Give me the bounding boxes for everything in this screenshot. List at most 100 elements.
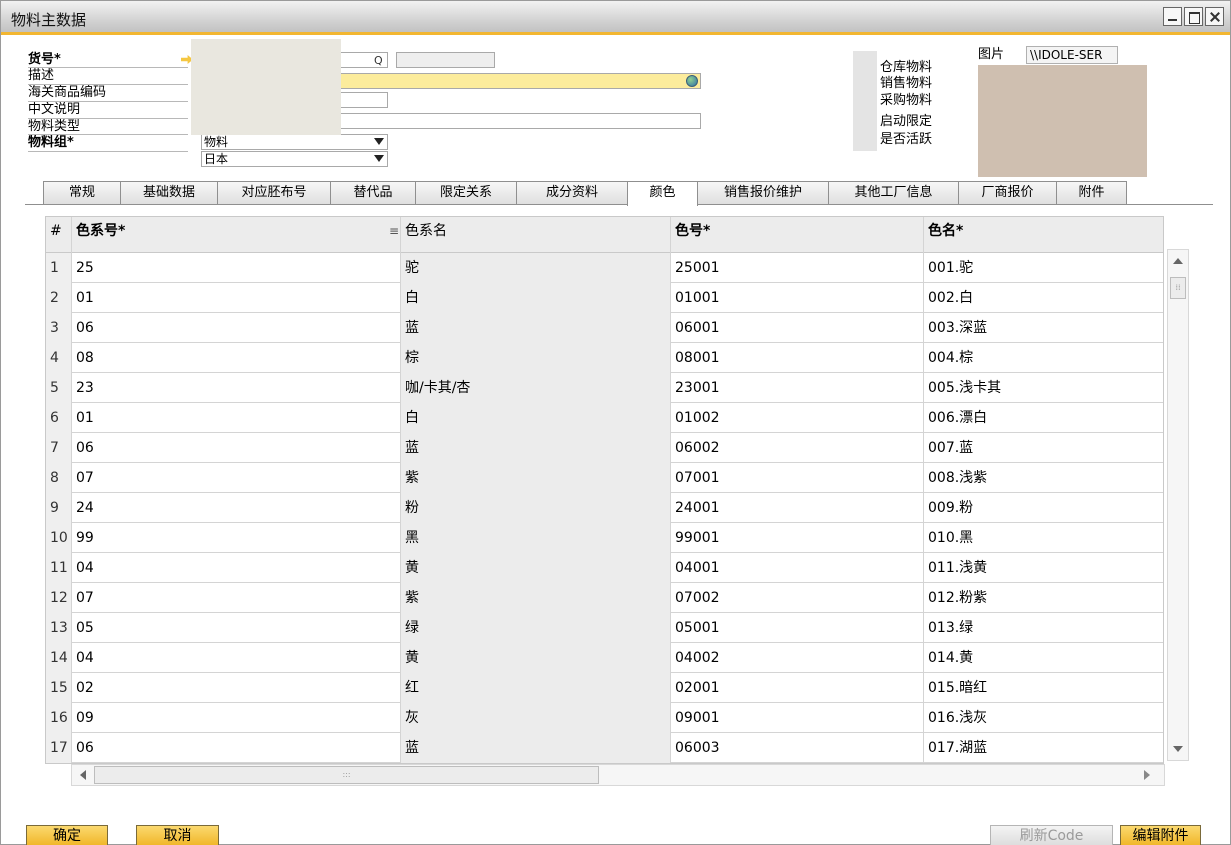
tab-other-factory[interactable]: 其他工厂信息	[828, 181, 959, 205]
tab-vendor-quote[interactable]: 厂商报价	[958, 181, 1057, 205]
cell-color-code[interactable]: 05001	[671, 613, 924, 643]
table-row[interactable]: 1 25 驼 25001 001.驼	[46, 253, 1163, 283]
horizontal-scrollbar[interactable]: :::	[71, 764, 1165, 786]
table-row[interactable]: 10 99 黑 99001 010.黑	[46, 523, 1163, 553]
cell-color-name[interactable]: 016.浅灰	[924, 703, 1163, 733]
table-row[interactable]: 16 09 灰 09001 016.浅灰	[46, 703, 1163, 733]
cell-color-name[interactable]: 003.深蓝	[924, 313, 1163, 343]
flag-checkbox-column[interactable]	[853, 51, 877, 151]
cell-color-family-code[interactable]: 06	[72, 733, 401, 763]
column-header-index[interactable]: #	[46, 217, 72, 253]
table-row[interactable]: 12 07 紫 07002 012.粉紫	[46, 583, 1163, 613]
cell-color-code[interactable]: 06002	[671, 433, 924, 463]
globe-icon[interactable]	[686, 75, 698, 87]
scroll-left-icon[interactable]	[80, 770, 86, 780]
table-row[interactable]: 13 05 绿 05001 013.绿	[46, 613, 1163, 643]
table-row[interactable]: 4 08 棕 08001 004.棕	[46, 343, 1163, 373]
cell-color-code[interactable]: 06003	[671, 733, 924, 763]
cell-color-name[interactable]: 004.棕	[924, 343, 1163, 373]
cell-color-code[interactable]: 25001	[671, 253, 924, 283]
tab-restrictions[interactable]: 限定关系	[415, 181, 517, 205]
cell-color-family-code[interactable]: 08	[72, 343, 401, 373]
ok-button[interactable]: 确定	[26, 825, 108, 845]
tab-colors[interactable]: 颜色	[627, 181, 698, 206]
tab-alternatives[interactable]: 替代品	[330, 181, 416, 205]
cell-color-family-name[interactable]: 绿	[401, 613, 671, 643]
edit-attachment-button[interactable]: 编辑附件	[1120, 825, 1201, 845]
cell-color-name[interactable]: 010.黑	[924, 523, 1163, 553]
cell-color-family-name[interactable]: 黑	[401, 523, 671, 553]
column-header-color-family-code[interactable]: 色系号*	[72, 217, 401, 253]
cell-color-family-name[interactable]: 紫	[401, 583, 671, 613]
cell-color-family-name[interactable]: 白	[401, 403, 671, 433]
column-header-color-code[interactable]: 色号*	[671, 217, 924, 253]
cell-color-family-name[interactable]: 紫	[401, 463, 671, 493]
cell-color-code[interactable]: 24001	[671, 493, 924, 523]
cell-color-code[interactable]: 01001	[671, 283, 924, 313]
cell-color-family-name[interactable]: 蓝	[401, 433, 671, 463]
table-row[interactable]: 11 04 黄 04001 011.浅黄	[46, 553, 1163, 583]
maximize-icon[interactable]	[1184, 7, 1203, 26]
table-row[interactable]: 6 01 白 01002 006.漂白	[46, 403, 1163, 433]
refresh-code-button[interactable]: 刷新Code	[990, 825, 1113, 845]
cell-color-family-code[interactable]: 04	[72, 643, 401, 673]
column-header-color-name[interactable]: 色名*	[924, 217, 1163, 253]
cell-color-name[interactable]: 012.粉紫	[924, 583, 1163, 613]
column-header-color-family-name[interactable]: 色系名	[401, 217, 671, 253]
cell-color-family-name[interactable]: 驼	[401, 253, 671, 283]
search-icon[interactable]: Q	[374, 54, 383, 67]
cell-color-code[interactable]: 01002	[671, 403, 924, 433]
cell-color-code[interactable]: 04002	[671, 643, 924, 673]
column-menu-icon[interactable]: ≡	[389, 224, 399, 238]
cancel-button[interactable]: 取消	[136, 825, 219, 845]
cell-color-family-code[interactable]: 01	[72, 283, 401, 313]
cell-color-name[interactable]: 015.暗红	[924, 673, 1163, 703]
cell-color-name[interactable]: 007.蓝	[924, 433, 1163, 463]
tab-attachments[interactable]: 附件	[1056, 181, 1127, 205]
cell-color-code[interactable]: 04001	[671, 553, 924, 583]
cell-color-code[interactable]: 08001	[671, 343, 924, 373]
minimize-icon[interactable]	[1163, 7, 1182, 26]
cell-color-name[interactable]: 002.白	[924, 283, 1163, 313]
cell-color-code[interactable]: 07001	[671, 463, 924, 493]
scroll-right-icon[interactable]	[1144, 770, 1150, 780]
table-row[interactable]: 17 06 蓝 06003 017.湖蓝	[46, 733, 1163, 763]
cell-color-family-name[interactable]: 粉	[401, 493, 671, 523]
cell-color-family-code[interactable]: 06	[72, 313, 401, 343]
cell-color-name[interactable]: 017.湖蓝	[924, 733, 1163, 763]
cell-color-family-code[interactable]: 06	[72, 433, 401, 463]
tab-greige-cloth[interactable]: 对应胚布号	[217, 181, 331, 205]
table-row[interactable]: 8 07 紫 07001 008.浅紫	[46, 463, 1163, 493]
tab-basic-data[interactable]: 基础数据	[120, 181, 218, 205]
cell-color-name[interactable]: 011.浅黄	[924, 553, 1163, 583]
cell-color-code[interactable]: 09001	[671, 703, 924, 733]
scroll-down-icon[interactable]	[1173, 746, 1183, 752]
cell-color-name[interactable]: 006.漂白	[924, 403, 1163, 433]
vertical-scrollbar[interactable]: ⁞⁞	[1167, 249, 1189, 761]
cell-color-name[interactable]: 014.黄	[924, 643, 1163, 673]
picture-path-field[interactable]: \\IDOLE-SER	[1026, 46, 1118, 64]
cell-color-family-name[interactable]: 咖/卡其/杏	[401, 373, 671, 403]
table-row[interactable]: 14 04 黄 04002 014.黄	[46, 643, 1163, 673]
table-row[interactable]: 2 01 白 01001 002.白	[46, 283, 1163, 313]
close-icon[interactable]	[1205, 7, 1224, 26]
cell-color-family-code[interactable]: 01	[72, 403, 401, 433]
cell-color-family-code[interactable]: 07	[72, 463, 401, 493]
cell-color-family-code[interactable]: 04	[72, 553, 401, 583]
cell-color-name[interactable]: 005.浅卡其	[924, 373, 1163, 403]
cell-color-family-name[interactable]: 黄	[401, 553, 671, 583]
item-picture[interactable]	[978, 65, 1147, 177]
cell-color-family-name[interactable]: 棕	[401, 343, 671, 373]
scroll-thumb[interactable]: ⁞⁞	[1170, 277, 1186, 299]
cell-color-family-name[interactable]: 白	[401, 283, 671, 313]
cell-color-family-name[interactable]: 灰	[401, 703, 671, 733]
cell-color-family-code[interactable]: 05	[72, 613, 401, 643]
cell-color-code[interactable]: 99001	[671, 523, 924, 553]
table-row[interactable]: 9 24 粉 24001 009.粉	[46, 493, 1163, 523]
tab-sales-quote[interactable]: 销售报价维护	[697, 181, 829, 205]
item-type-select[interactable]: 物料	[201, 134, 388, 150]
cell-color-name[interactable]: 009.粉	[924, 493, 1163, 523]
table-row[interactable]: 7 06 蓝 06002 007.蓝	[46, 433, 1163, 463]
tab-composition[interactable]: 成分资料	[516, 181, 628, 205]
scroll-thumb-horizontal[interactable]: :::	[94, 766, 599, 784]
